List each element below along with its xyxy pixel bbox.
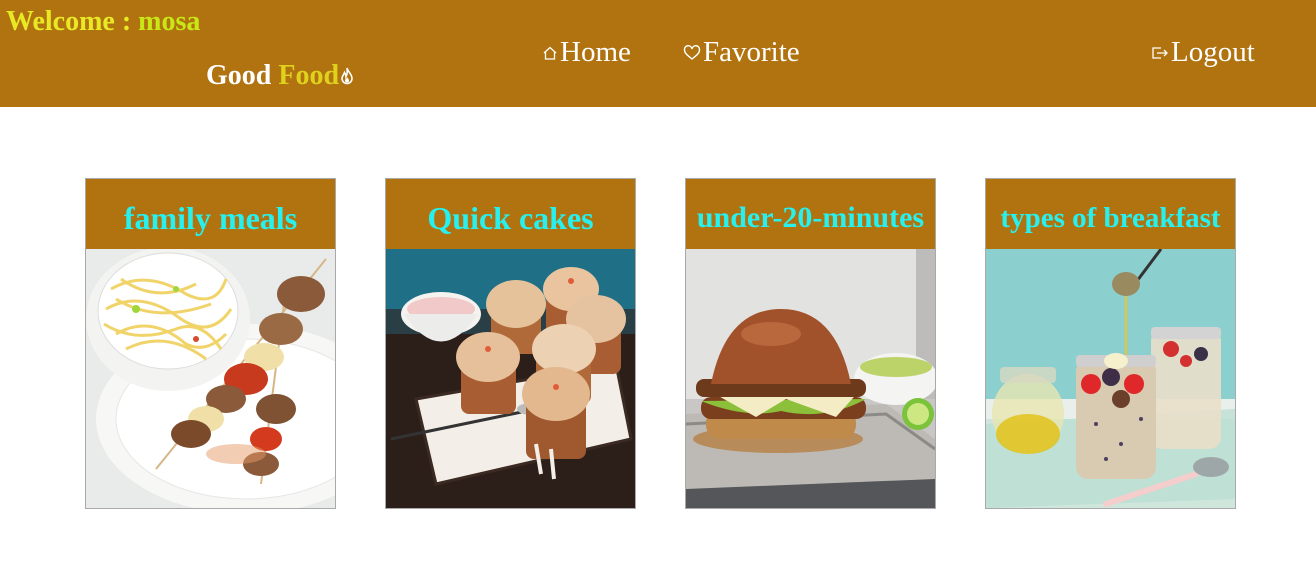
flame-icon [341, 67, 353, 85]
welcome-prefix: Welcome : [6, 6, 139, 37]
category-card-quick-cakes[interactable]: Quick cakes [385, 178, 636, 509]
overnight-oats-jars-photo [986, 249, 1235, 508]
nav-favorite-link[interactable]: Favorite [683, 36, 800, 69]
category-card-under-20-minutes[interactable]: under-20-minutes [685, 178, 936, 509]
brand-logo: Good Food [206, 60, 354, 92]
category-title: types of breakfast [986, 179, 1235, 249]
burger-photo [686, 249, 935, 508]
welcome-message: Welcome : mosa [6, 6, 200, 38]
nav-home-label: Home [560, 36, 631, 68]
category-title: Quick cakes [386, 179, 635, 249]
username: mosa [138, 6, 201, 37]
category-card-family-meals[interactable]: family meals [85, 178, 336, 509]
nav-favorite-label: Favorite [703, 36, 800, 68]
pasta-and-kebab-skewers-photo [86, 249, 335, 508]
muffins-on-tray-photo [386, 249, 635, 508]
nav-logout-link[interactable]: Logout [1151, 36, 1255, 69]
brand-food-text: Food [278, 60, 340, 91]
logout-icon [1152, 46, 1168, 59]
home-icon [543, 46, 557, 60]
nav-logout-label: Logout [1171, 36, 1255, 68]
heart-icon [683, 44, 701, 60]
category-title: family meals [86, 179, 335, 249]
brand-good-text: Good [206, 60, 279, 91]
nav-home-link[interactable]: Home [542, 36, 631, 69]
category-title: under-20-minutes [686, 179, 935, 249]
category-card-types-of-breakfast[interactable]: types of breakfast [985, 178, 1236, 509]
top-navbar: Welcome : mosa Good Food Home Favorite L… [0, 0, 1316, 107]
